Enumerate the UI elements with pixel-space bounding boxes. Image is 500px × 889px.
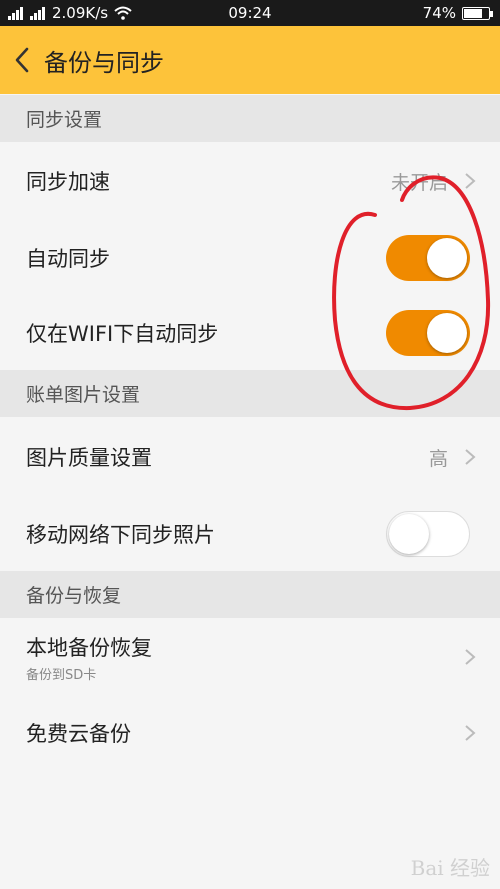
sync-speed-value: 未开启 — [390, 171, 448, 194]
image-quality-label: 图片质量设置 — [26, 446, 152, 470]
cloud-backup-label: 免费云备份 — [26, 722, 131, 746]
auto-sync-row: 自动同步 — [0, 220, 500, 296]
status-bar: 2.09K/s 09:24 74% — [0, 0, 500, 26]
app-bar: 备份与同步 — [0, 26, 500, 94]
local-backup-row[interactable]: 本地备份恢复 备份到SD卡 — [0, 618, 500, 696]
section-header-backup: 备份与恢复 — [0, 571, 500, 618]
wifi-only-row: 仅在WIFI下自动同步 — [0, 296, 500, 370]
local-backup-sublabel: 备份到SD卡 — [26, 667, 97, 683]
battery-icon — [462, 6, 493, 20]
image-quality-row[interactable]: 图片质量设置 高 — [0, 417, 500, 497]
toggle-knob — [389, 514, 429, 554]
auto-sync-label: 自动同步 — [26, 247, 110, 271]
auto-sync-toggle[interactable] — [386, 235, 470, 281]
mobile-sync-row: 移动网络下同步照片 — [0, 497, 500, 571]
image-quality-value: 高 — [428, 447, 448, 470]
watermark-logo: Bai 经验 — [410, 856, 490, 880]
section-header-sync: 同步设置 — [0, 95, 500, 142]
section-header-image: 账单图片设置 — [0, 370, 500, 417]
cloud-backup-row[interactable]: 免费云备份 — [0, 696, 500, 770]
mobile-sync-toggle[interactable] — [386, 511, 470, 557]
local-backup-label: 本地备份恢复 — [26, 635, 152, 660]
sync-speed-label: 同步加速 — [26, 170, 110, 194]
wifi-only-label: 仅在WIFI下自动同步 — [26, 322, 219, 346]
chevron-right-icon — [465, 725, 476, 741]
sync-speed-row[interactable]: 同步加速 未开启 — [0, 142, 500, 220]
battery-percent: 74% — [422, 4, 456, 22]
chevron-right-icon — [465, 449, 476, 465]
mobile-sync-label: 移动网络下同步照片 — [26, 523, 215, 547]
back-button[interactable] — [0, 26, 44, 94]
chevron-left-icon — [15, 47, 29, 73]
chevron-right-icon — [465, 649, 476, 665]
page-title: 备份与同步 — [44, 48, 164, 77]
wifi-only-toggle[interactable] — [386, 310, 470, 356]
chevron-right-icon — [465, 173, 476, 189]
toggle-knob — [427, 313, 467, 353]
toggle-knob — [427, 238, 467, 278]
